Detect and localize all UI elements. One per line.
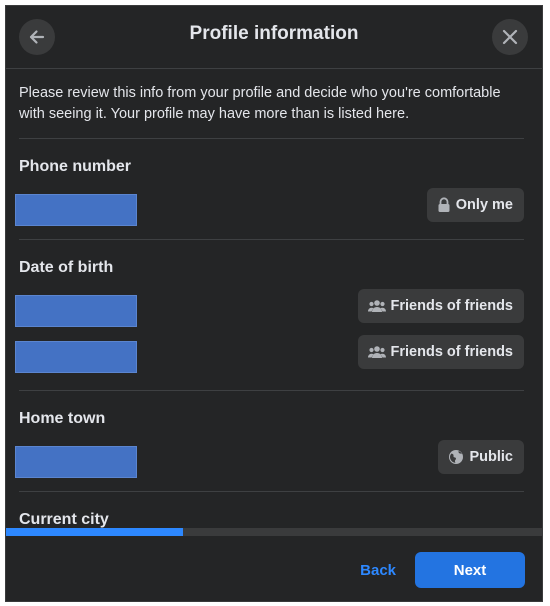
info-row: Friends of friends (15, 333, 524, 379)
globe-icon (449, 450, 464, 464)
dialog-footer: Back Next (6, 536, 542, 601)
close-icon (502, 29, 518, 45)
redacted-value (15, 446, 137, 478)
privacy-label: Friends of friends (390, 298, 513, 314)
info-row: Public (15, 434, 524, 480)
back-button[interactable]: Back (360, 562, 396, 579)
friends-icon (367, 300, 386, 312)
redacted-value (15, 295, 137, 327)
privacy-label: Public (469, 449, 513, 465)
privacy-label: Only me (455, 197, 513, 213)
section-title: Home town (19, 410, 106, 427)
section-title: Current city (19, 511, 109, 528)
close-button[interactable] (492, 19, 528, 55)
next-button[interactable]: Next (415, 552, 525, 588)
section-title: Phone number (19, 158, 132, 175)
privacy-selector-button[interactable]: Friends of friends (357, 335, 524, 369)
lock-icon (438, 197, 450, 212)
privacy-label: Friends of friends (390, 344, 513, 360)
progress-fill (6, 528, 183, 536)
privacy-selector-button[interactable]: Friends of friends (357, 289, 524, 323)
dialog-header: Profile information (6, 6, 542, 69)
info-row: Friends of friends (15, 283, 524, 333)
section-date-of-birth: Date of birth Friends of friends Friends… (15, 240, 524, 391)
section-phone-number: Phone number Only me (15, 139, 524, 240)
redacted-value (15, 194, 137, 226)
dialog-title: Profile information (189, 23, 359, 44)
info-row: Only me (15, 182, 524, 228)
section-current-city: Current city (19, 492, 524, 532)
friends-icon (367, 346, 386, 358)
privacy-selector-button[interactable]: Only me (426, 188, 524, 222)
privacy-selector-button[interactable]: Public (438, 440, 524, 474)
progress-bar (6, 528, 542, 536)
intro-text: Please review this info from your profil… (19, 83, 524, 139)
section-title: Date of birth (19, 259, 114, 276)
dialog-content[interactable]: Please review this info from your profil… (6, 69, 542, 532)
profile-information-dialog: Profile information Please review this i… (5, 5, 543, 602)
redacted-value (15, 341, 137, 373)
section-home-town: Home town Public (15, 391, 524, 492)
